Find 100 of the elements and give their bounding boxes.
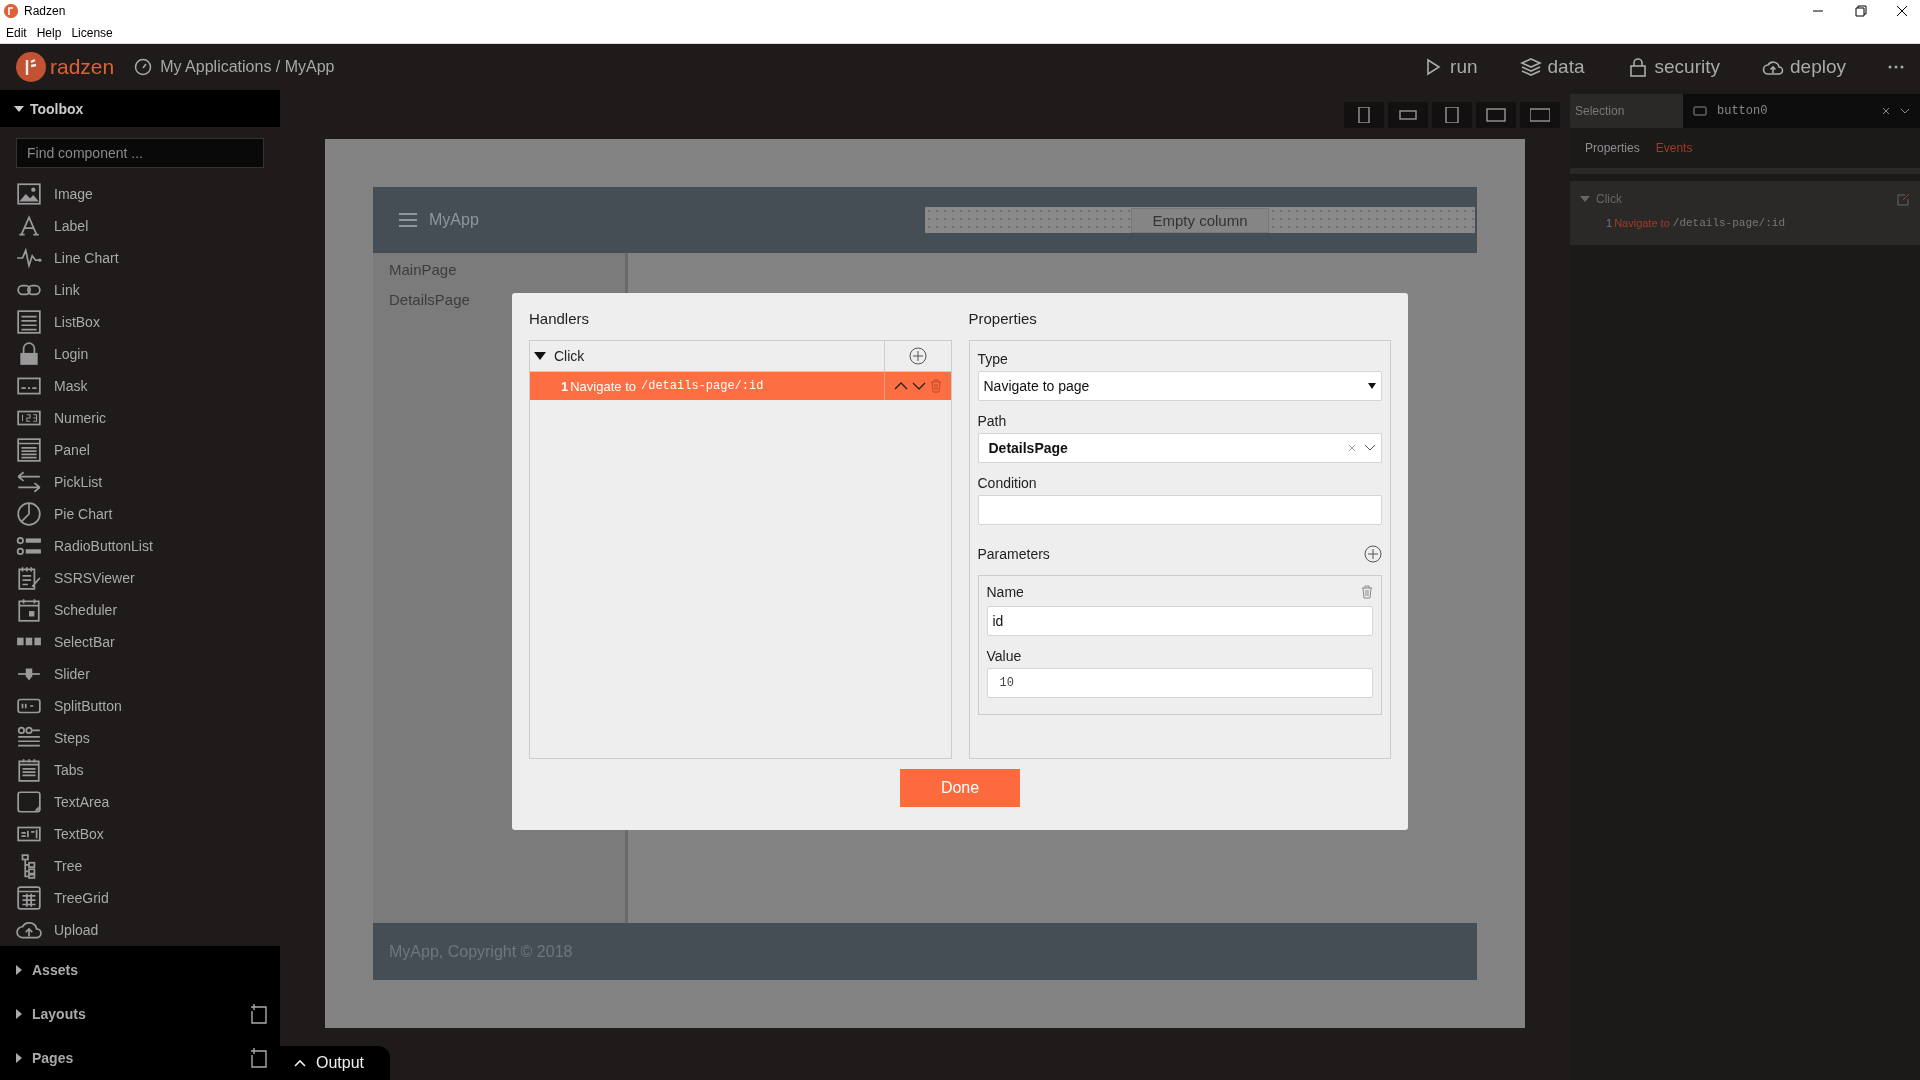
output-tab[interactable]: Output bbox=[280, 1046, 390, 1080]
device-preview-button[interactable] bbox=[1344, 101, 1384, 128]
component-item[interactable]: SelectBar bbox=[16, 626, 264, 658]
type-dropdown[interactable]: Navigate to page bbox=[977, 371, 1382, 401]
calendar-icon bbox=[16, 597, 42, 623]
component-item[interactable]: Upload bbox=[16, 914, 264, 946]
menu-icon bbox=[399, 213, 417, 227]
button-outline-icon bbox=[1693, 106, 1707, 116]
device-preview-button[interactable] bbox=[1476, 101, 1516, 128]
caret-icon bbox=[1368, 383, 1376, 389]
logo-text: radzen bbox=[50, 55, 115, 79]
panel-icon bbox=[16, 437, 42, 463]
clear-icon[interactable] bbox=[1348, 444, 1356, 452]
letter-icon bbox=[16, 213, 42, 239]
add-icon[interactable] bbox=[1364, 545, 1382, 563]
caret-icon[interactable] bbox=[14, 1053, 24, 1063]
toolbar-button[interactable]: run bbox=[1422, 56, 1478, 78]
component-item[interactable]: Link bbox=[16, 274, 264, 306]
move-down-icon[interactable] bbox=[911, 381, 926, 391]
component-item[interactable]: Slider bbox=[16, 658, 264, 690]
component-item[interactable]: Numeric bbox=[16, 402, 264, 434]
breadcrumb[interactable]: My Applications / MyApp bbox=[160, 58, 335, 76]
section-title: Properties bbox=[968, 310, 1038, 328]
device-preview-button[interactable] bbox=[1432, 101, 1472, 128]
component-item[interactable]: Line Chart bbox=[16, 242, 264, 274]
section-title: Handlers bbox=[529, 310, 591, 328]
frame-icon bbox=[1442, 106, 1462, 123]
delete-icon[interactable] bbox=[1361, 585, 1373, 599]
logo-icon bbox=[16, 52, 46, 82]
tab[interactable]: Properties bbox=[1585, 141, 1640, 155]
frame-icon bbox=[1530, 106, 1550, 123]
two-arrows-icon bbox=[16, 469, 42, 495]
layers-icon bbox=[1519, 56, 1542, 78]
gauge-icon bbox=[134, 58, 153, 76]
component-item[interactable]: Steps bbox=[16, 722, 264, 754]
add-file-icon[interactable] bbox=[250, 1004, 268, 1024]
move-up-icon[interactable] bbox=[893, 381, 908, 391]
value-field[interactable]: 10 bbox=[986, 668, 1373, 698]
device-preview-button[interactable] bbox=[1388, 101, 1428, 128]
component-item[interactable]: PickList bbox=[16, 466, 264, 498]
component-item[interactable]: TextBox bbox=[16, 818, 264, 850]
menu-item[interactable]: Help bbox=[36, 25, 62, 40]
field-label: Condition bbox=[977, 475, 1038, 491]
clear-icon[interactable] bbox=[1882, 107, 1890, 115]
component-item[interactable]: Pie Chart bbox=[16, 498, 264, 530]
search-field[interactable]: Find component ... bbox=[16, 138, 264, 168]
panel-title: Toolbox bbox=[30, 100, 84, 117]
device-preview-button[interactable] bbox=[1520, 101, 1560, 128]
more-icon[interactable] bbox=[1888, 65, 1904, 69]
toolbar-button[interactable]: data bbox=[1519, 56, 1585, 78]
component-item[interactable]: RadioButtonList bbox=[16, 530, 264, 562]
frame-icon bbox=[1486, 106, 1506, 123]
component-item[interactable]: TreeGrid bbox=[16, 882, 264, 914]
component-item[interactable]: Label bbox=[16, 210, 264, 242]
event-name: Click bbox=[554, 348, 585, 364]
component-item[interactable]: Scheduler bbox=[16, 594, 264, 626]
caret-icon[interactable] bbox=[14, 103, 24, 114]
component-item[interactable]: Tree bbox=[16, 850, 264, 882]
toolbar-button[interactable]: security bbox=[1626, 56, 1720, 78]
field-label: Path bbox=[977, 413, 1008, 429]
pie-chart-icon bbox=[16, 501, 42, 527]
condition-field[interactable] bbox=[977, 495, 1382, 525]
caret-icon[interactable] bbox=[534, 351, 546, 361]
textarea-icon bbox=[16, 789, 42, 815]
caret-icon[interactable] bbox=[14, 1009, 24, 1019]
component-item[interactable]: Tabs bbox=[16, 754, 264, 786]
component-item[interactable]: Login bbox=[16, 338, 264, 370]
section-title[interactable]: Pages bbox=[32, 1050, 74, 1066]
component-item[interactable]: ListBox bbox=[16, 306, 264, 338]
menu-item[interactable]: Edit bbox=[6, 25, 27, 40]
field-label: Name bbox=[986, 584, 1024, 600]
section-title[interactable]: Layouts bbox=[32, 1006, 86, 1022]
component-item[interactable]: SplitButton bbox=[16, 690, 264, 722]
component-item[interactable]: Image bbox=[16, 178, 264, 210]
component-item[interactable]: Panel bbox=[16, 434, 264, 466]
path-dropdown[interactable]: DetailsPage bbox=[977, 433, 1382, 463]
field-label: Type bbox=[977, 351, 1009, 367]
placeholder-label: Empty column bbox=[1131, 207, 1269, 233]
component-item[interactable]: SSRSViewer bbox=[16, 562, 264, 594]
component-item[interactable]: Mask bbox=[16, 370, 264, 402]
add-icon[interactable] bbox=[908, 347, 927, 365]
selection-dropdown[interactable]: button0 bbox=[1683, 94, 1920, 128]
field-label: Value bbox=[986, 648, 1023, 664]
caret-icon bbox=[294, 1059, 306, 1067]
app-logo-icon bbox=[4, 4, 18, 18]
event-name: Click bbox=[1596, 192, 1622, 206]
menu-item[interactable]: License bbox=[71, 25, 113, 40]
caret-icon[interactable] bbox=[14, 965, 24, 975]
field-label: Parameters bbox=[977, 546, 1050, 562]
chevron-down-icon[interactable] bbox=[1900, 108, 1910, 114]
add-file-icon[interactable] bbox=[250, 1048, 268, 1068]
window-title: Radzen bbox=[24, 4, 66, 18]
name-field[interactable]: id bbox=[986, 606, 1373, 636]
chevron-down-icon[interactable] bbox=[1364, 444, 1376, 452]
section-title[interactable]: Assets bbox=[32, 962, 78, 978]
toolbar-button[interactable]: deploy bbox=[1762, 56, 1846, 78]
field-label: Selection bbox=[1575, 104, 1626, 118]
list-icon bbox=[16, 309, 42, 335]
component-item[interactable]: TextArea bbox=[16, 786, 264, 818]
app-title: MyApp bbox=[429, 211, 479, 229]
